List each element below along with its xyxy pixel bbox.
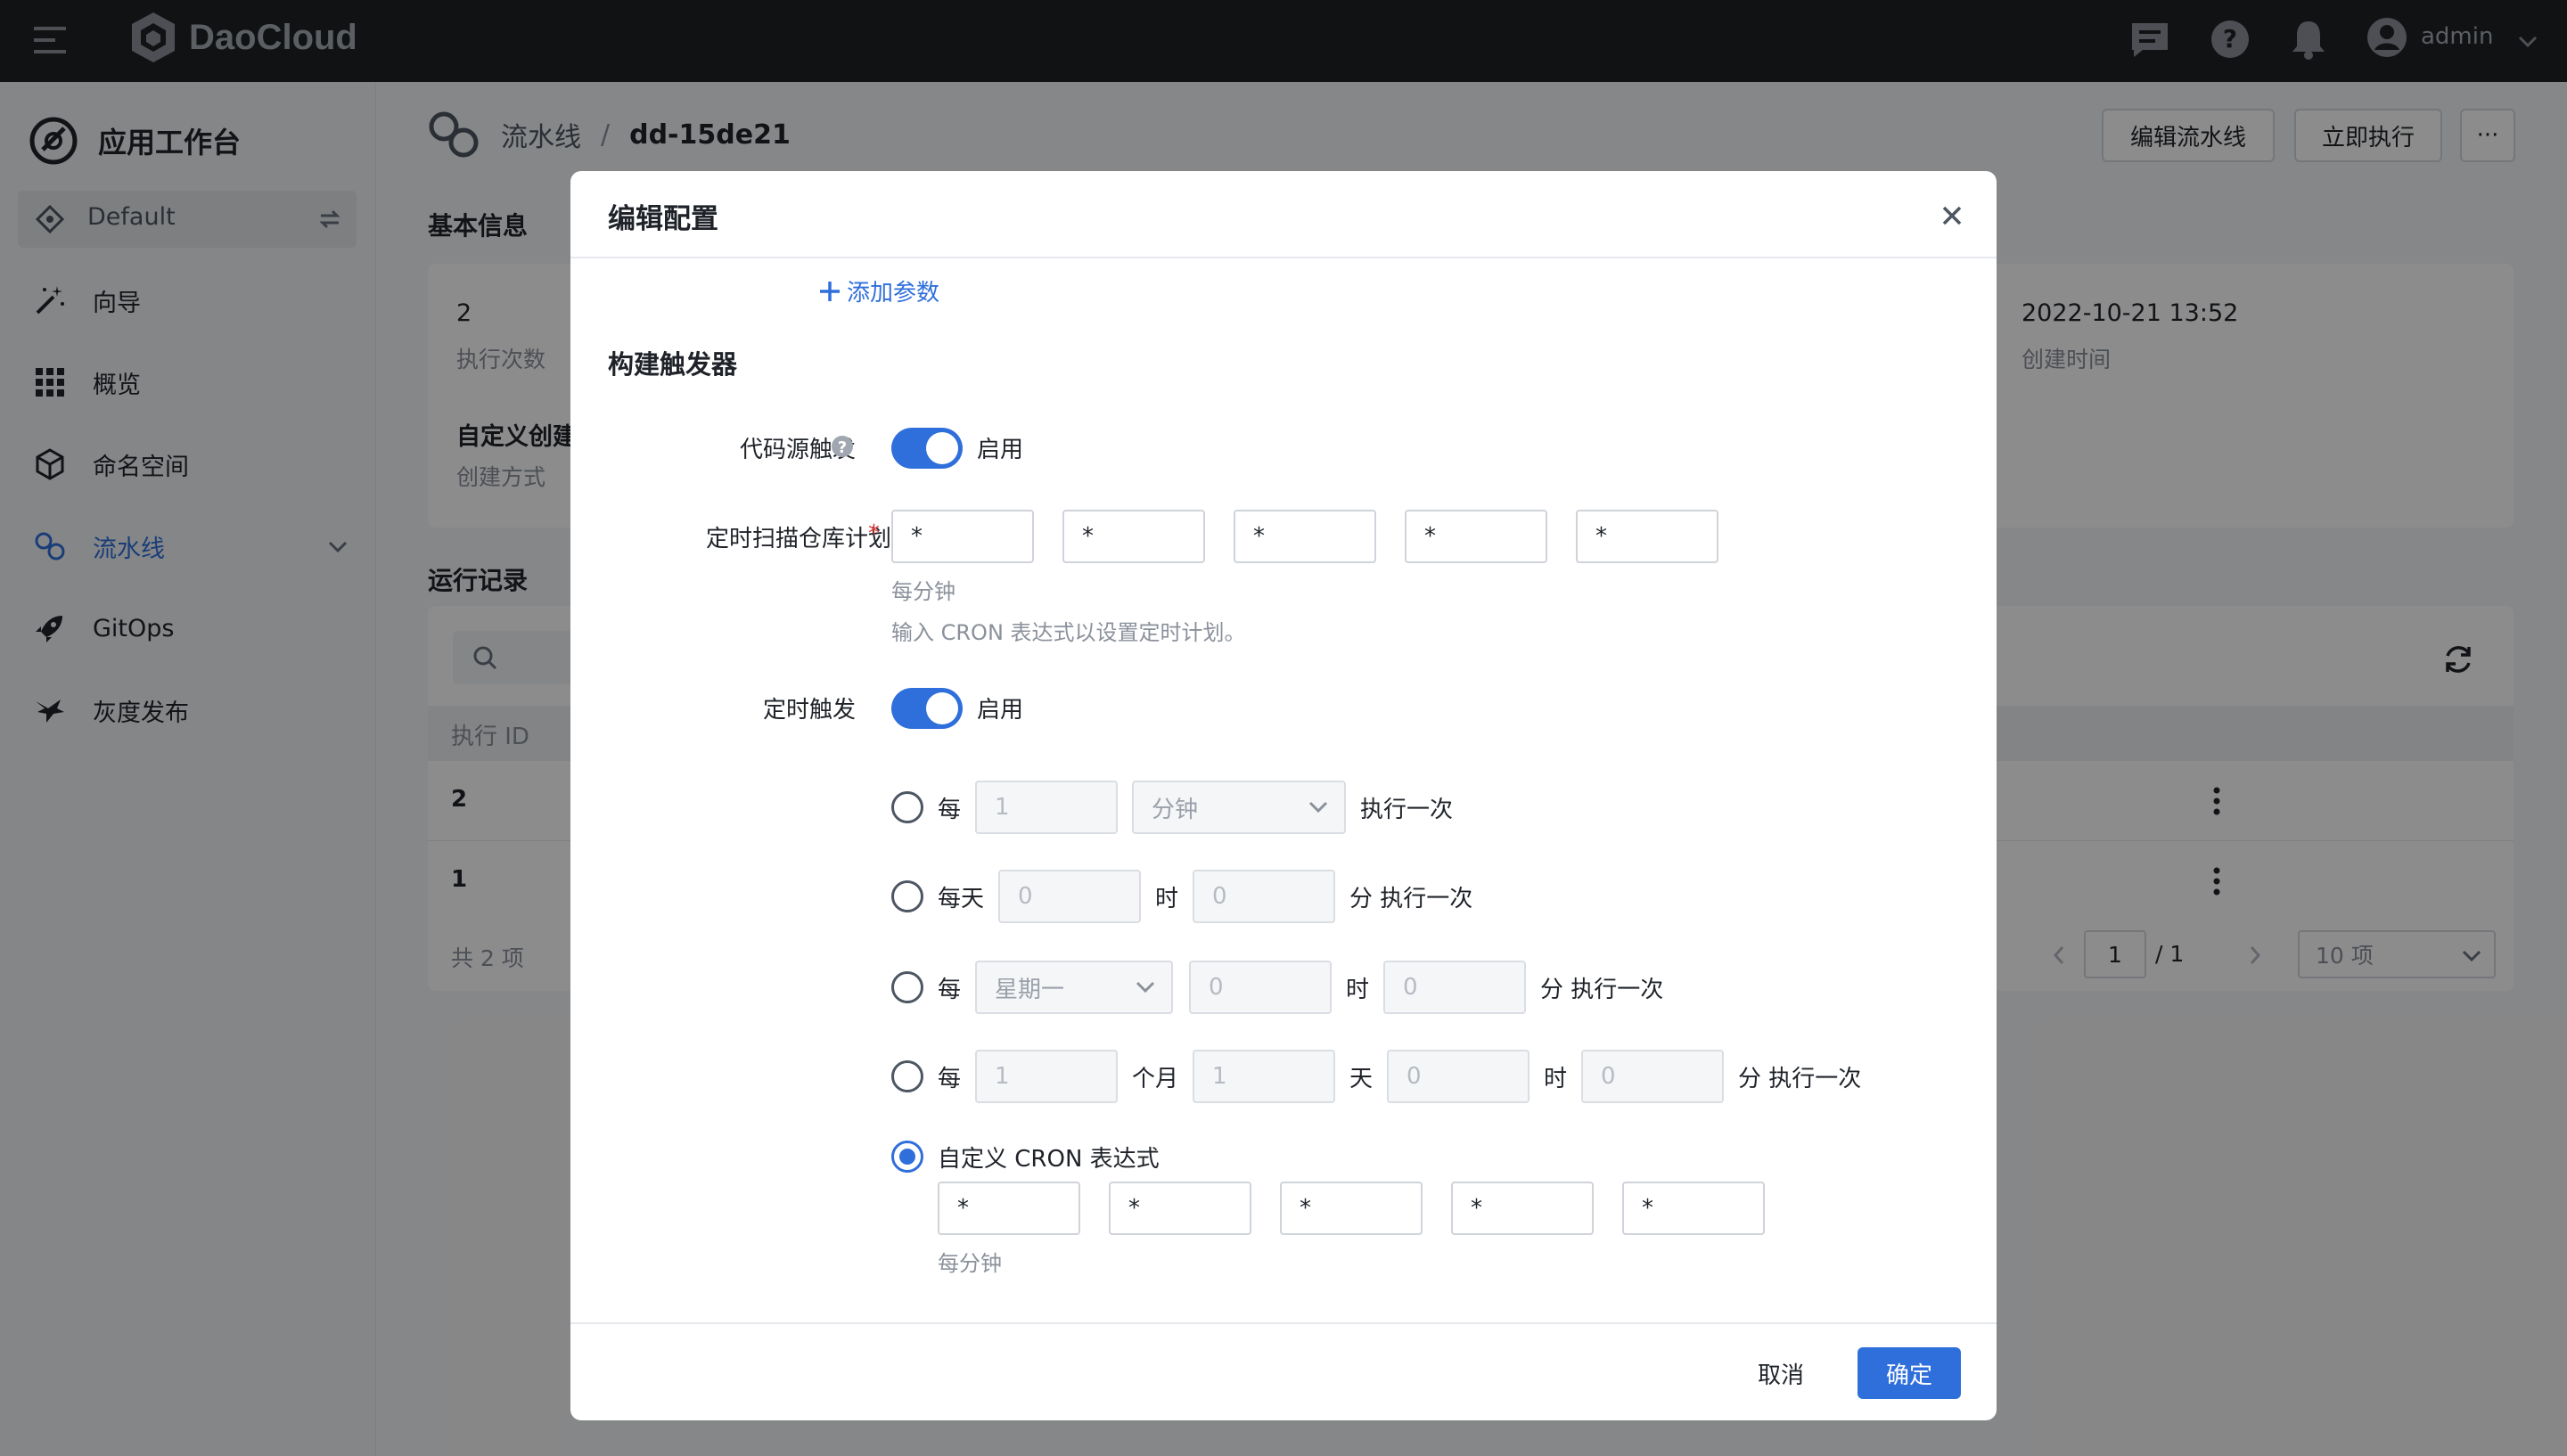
opt3-suffix: 分 执行一次 [1540, 977, 1664, 1003]
daily-hour-input[interactable]: 0 [998, 870, 1141, 923]
interval-unit-select[interactable]: 分钟 [1132, 781, 1346, 834]
monthly-minute-input[interactable]: 0 [1581, 1050, 1724, 1103]
code-trigger-toggle[interactable] [891, 428, 963, 469]
opt4-hour-unit: 时 [1544, 1066, 1568, 1092]
dialog-title: 编辑配置 [608, 203, 718, 235]
section-title: 构建触发器 [608, 349, 738, 380]
opt2-hour-unit: 时 [1155, 886, 1179, 912]
opt4-suffix: 分 执行一次 [1738, 1066, 1862, 1092]
cancel-button[interactable]: 取消 [1745, 1347, 1817, 1399]
daily-minute-input[interactable]: 0 [1193, 870, 1335, 923]
custom-cron-month-input[interactable]: * [1451, 1182, 1594, 1235]
weekly-hour-input[interactable]: 0 [1189, 961, 1332, 1014]
chevron-down-icon [1308, 801, 1328, 814]
radio-monthly[interactable] [891, 1060, 923, 1092]
scan-cron-weekday-input[interactable]: * [1576, 510, 1718, 563]
opt4-prefix: 每 [938, 1066, 962, 1092]
scan-cron-month-input[interactable]: * [1405, 510, 1547, 563]
code-trigger-label: 代码源触发 [739, 437, 856, 463]
svg-text:?: ? [838, 438, 847, 457]
weekday-value: 星期一 [995, 976, 1065, 1003]
interval-value-input[interactable]: 1 [975, 781, 1118, 834]
dialog-header: 编辑配置 [570, 171, 1997, 258]
code-trigger-state: 启用 [977, 437, 1024, 463]
edit-config-dialog: 编辑配置 添加参数 构建触发器 代码源触发 ? 启用 定时扫描仓库计划 * * … [570, 171, 1997, 1420]
weekday-select[interactable]: 星期一 [975, 961, 1173, 1014]
custom-cron-weekday-input[interactable]: * [1622, 1182, 1765, 1235]
monthly-hour-input[interactable]: 0 [1387, 1050, 1530, 1103]
opt3-prefix: 每 [938, 977, 962, 1003]
add-parameter-label: 添加参数 [847, 280, 940, 307]
scan-cron-hour-input[interactable]: * [1062, 510, 1205, 563]
dialog-footer: 取消 确定 [570, 1322, 1997, 1420]
custom-cron-hour-input[interactable]: * [1109, 1182, 1251, 1235]
monthly-interval-input[interactable]: 1 [975, 1050, 1118, 1103]
close-icon[interactable] [1941, 205, 1963, 226]
required-mark: * [868, 520, 880, 547]
radio-daily[interactable] [891, 880, 923, 912]
scan-cron-day-input[interactable]: * [1234, 510, 1376, 563]
custom-cron-day-input[interactable]: * [1280, 1182, 1423, 1235]
monthly-day-input[interactable]: 1 [1193, 1050, 1335, 1103]
scan-hint-every-minute: 每分钟 [891, 579, 955, 604]
opt3-hour-unit: 时 [1346, 977, 1370, 1003]
scan-hint-cron: 输入 CRON 表达式以设置定时计划。 [891, 620, 1246, 645]
opt2-suffix: 分 执行一次 [1349, 886, 1473, 912]
timer-trigger-toggle[interactable] [891, 688, 963, 729]
confirm-button[interactable]: 确定 [1858, 1347, 1961, 1399]
opt1-prefix: 每 [938, 797, 962, 823]
scan-schedule-label: 定时扫描仓库计划 [705, 526, 891, 552]
plus-icon [820, 281, 840, 301]
add-parameter-button[interactable]: 添加参数 [818, 274, 939, 307]
scan-cron-minute-input[interactable]: * [891, 510, 1034, 563]
interval-unit-value: 分钟 [1152, 796, 1199, 823]
timer-trigger-label: 定时触发 [762, 697, 856, 724]
timer-trigger-state: 启用 [977, 697, 1024, 724]
custom-cron-hint: 每分钟 [938, 1251, 1002, 1276]
custom-cron-label: 自定义 CRON 表达式 [938, 1146, 1160, 1173]
chevron-down-icon [1136, 981, 1155, 994]
custom-cron-minute-input[interactable]: * [938, 1182, 1080, 1235]
opt1-suffix: 执行一次 [1360, 797, 1454, 823]
radio-custom-cron[interactable] [891, 1141, 923, 1173]
weekly-minute-input[interactable]: 0 [1383, 961, 1526, 1014]
radio-every-n-minutes[interactable] [891, 791, 923, 823]
radio-weekly[interactable] [891, 971, 923, 1003]
opt2-prefix: 每天 [938, 886, 985, 912]
help-icon[interactable]: ? [831, 435, 854, 458]
opt4-day-unit: 天 [1349, 1066, 1374, 1092]
opt4-month-unit: 个月 [1132, 1066, 1179, 1092]
